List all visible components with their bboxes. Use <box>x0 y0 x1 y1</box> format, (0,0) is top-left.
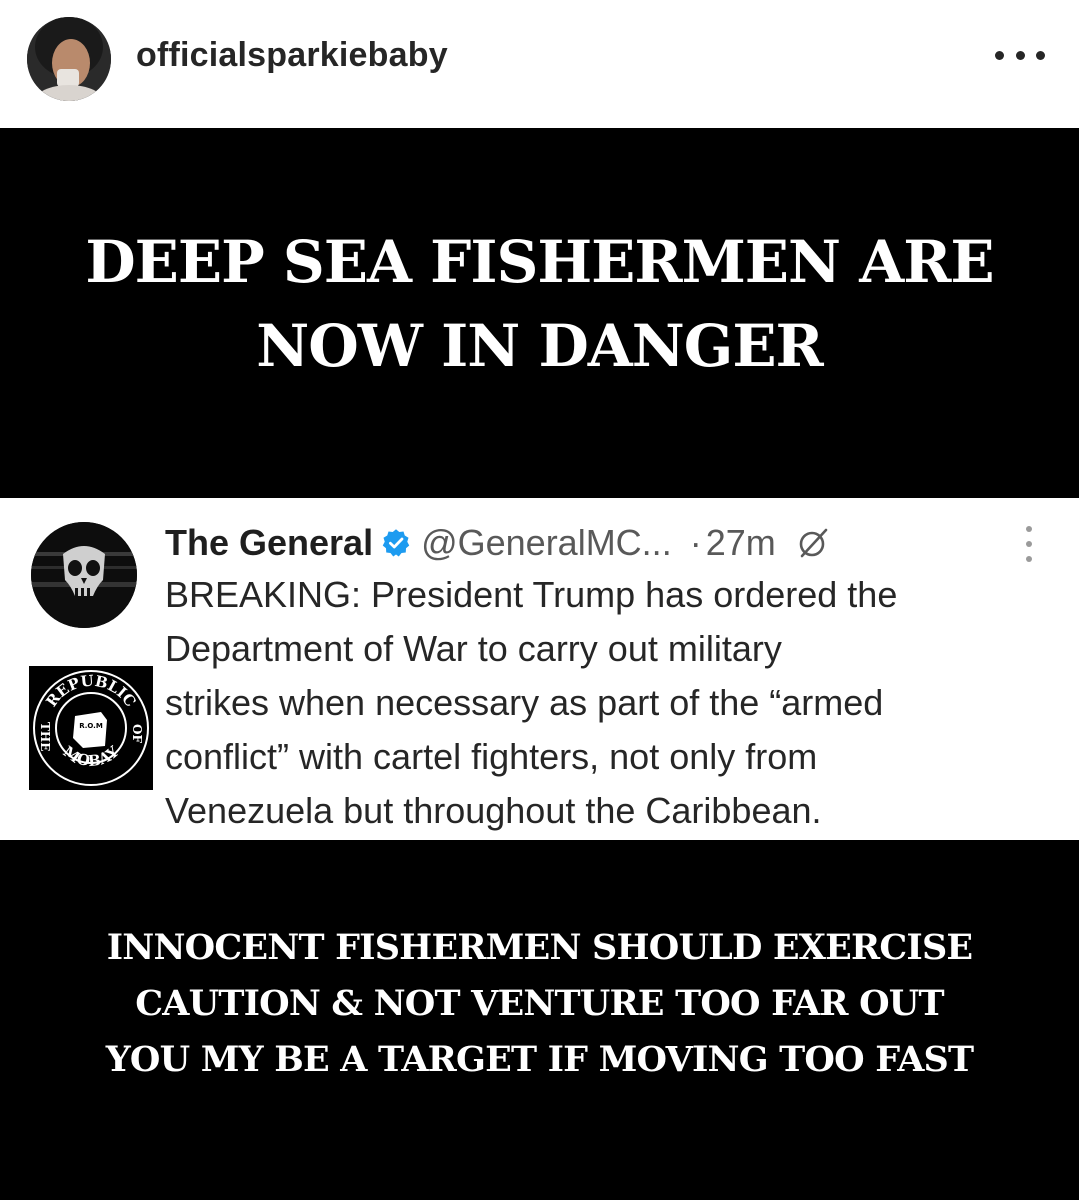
warning-text: INNOCENT FISHERMEN SHOULD EXERCISE CAUTI… <box>0 920 1079 1088</box>
warning-line: CAUTION & NOT VENTURE TOO FAR OUT <box>135 983 944 1024</box>
more-horizontal-icon[interactable] <box>995 40 1045 70</box>
tweet-avatar <box>31 522 137 628</box>
post-header: officialsparkiebaby <box>0 0 1079 128</box>
profile-username[interactable]: officialsparkiebaby <box>136 36 448 75</box>
tweet-line: Department of War to carry out military <box>165 628 782 669</box>
logo-initials: R.O.M <box>79 722 103 730</box>
tweet-line: Venezuela but throughout the Caribbean. <box>165 790 822 831</box>
tweet-line: conflict” with cartel fighters, not only… <box>165 736 818 777</box>
tweet-header: The General @GeneralMC... · 27m <box>165 518 830 568</box>
grok-icon[interactable] <box>796 526 830 560</box>
tweet-separator: · <box>689 522 702 563</box>
tweet-author-name[interactable]: The General <box>165 522 373 564</box>
tweet-card: REPUBLIC MOBAY THE OF R.O.M The General … <box>0 498 1079 840</box>
logo-text-left: THE <box>38 722 52 751</box>
tweet-handle[interactable]: @GeneralMC... <box>421 522 672 564</box>
warning-line: INNOCENT FISHERMEN SHOULD EXERCISE <box>106 927 973 968</box>
profile-avatar[interactable] <box>27 17 111 101</box>
tweet-timestamp[interactable]: 27m <box>706 522 776 564</box>
tweet-line: strikes when necessary as part of the “a… <box>165 682 884 723</box>
headline-text: DEEP SEA FISHERMEN ARE NOW IN DANGER <box>85 228 994 380</box>
republic-of-mobay-logo: REPUBLIC MOBAY THE OF R.O.M <box>29 666 153 790</box>
verified-badge-icon <box>381 528 411 558</box>
logo-text-right: OF <box>130 724 144 743</box>
tweet-more-icon[interactable] <box>1023 526 1035 562</box>
post-image: DEEP SEA FISHERMEN ARE NOW IN DANGER REP… <box>0 128 1079 1200</box>
tweet-line: BREAKING: President Trump has ordered th… <box>165 574 898 615</box>
warning-line: YOU MY BE A TARGET IF MOVING TOO FAST <box>105 1039 974 1080</box>
tweet-text: BREAKING: President Trump has ordered th… <box>165 568 1055 838</box>
